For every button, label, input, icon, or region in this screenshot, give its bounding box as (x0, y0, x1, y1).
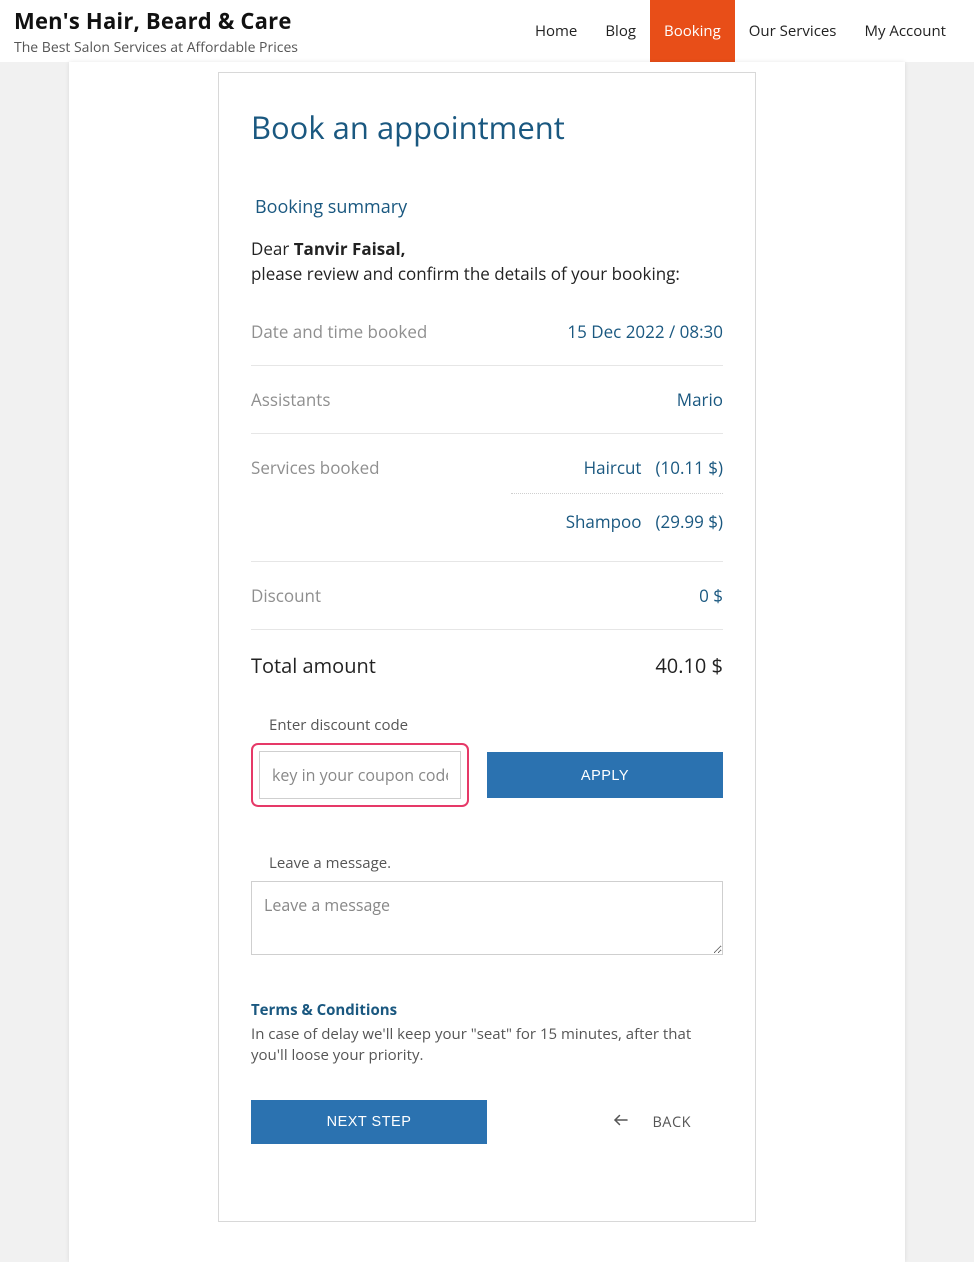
top-navbar: Men's Hair, Beard & Care The Best Salon … (0, 0, 974, 62)
terms-body: In case of delay we'll keep your "seat" … (251, 1024, 723, 1066)
nav-item-services[interactable]: Our Services (735, 1, 851, 61)
services-row: Services booked Haircut (10.11 $) Shampo… (251, 456, 723, 562)
brand-block: Men's Hair, Beard & Care The Best Salon … (14, 6, 298, 57)
main-nav: Home Blog Booking Our Services My Accoun… (521, 0, 960, 63)
services-label: Services booked (251, 456, 380, 479)
step-nav: NEXT STEP BACK (251, 1100, 723, 1144)
review-instruction: please review and confirm the details of… (251, 262, 680, 285)
nav-item-home[interactable]: Home (521, 1, 591, 61)
booking-card: Book an appointment Booking summary Dear… (218, 72, 756, 1222)
back-label: BACK (652, 1113, 691, 1132)
service-name: Haircut (584, 456, 642, 479)
nav-item-account[interactable]: My Account (850, 1, 960, 61)
terms-title: Terms & Conditions (251, 1000, 723, 1020)
date-value: 15 Dec 2022 / 08:30 (567, 320, 723, 343)
back-button[interactable]: BACK (612, 1111, 723, 1134)
total-label: Total amount (251, 652, 376, 679)
total-row: Total amount 40.10 $ (251, 652, 723, 679)
next-step-button[interactable]: NEXT STEP (251, 1100, 487, 1144)
arrow-left-icon (612, 1111, 630, 1134)
date-label: Date and time booked (251, 320, 427, 343)
page-title: Book an appointment (251, 107, 723, 149)
page-container: Book an appointment Booking summary Dear… (69, 62, 905, 1262)
dear-prefix: Dear (251, 237, 294, 260)
site-title: Men's Hair, Beard & Care (14, 6, 298, 36)
service-name: Shampoo (566, 510, 642, 533)
date-row: Date and time booked 15 Dec 2022 / 08:30 (251, 320, 723, 366)
service-separator (511, 493, 723, 494)
total-value: 40.10 $ (655, 652, 723, 679)
discount-value: 0 $ (699, 584, 723, 607)
coupon-highlight-box (251, 743, 469, 807)
apply-button[interactable]: APPLY (487, 752, 723, 798)
coupon-label: Enter discount code (269, 715, 723, 735)
assistants-row: Assistants Mario (251, 388, 723, 434)
nav-item-booking[interactable]: Booking (650, 0, 735, 63)
message-textarea[interactable] (251, 881, 723, 955)
service-price: (29.99 $) (655, 510, 723, 533)
nav-item-blog[interactable]: Blog (591, 1, 650, 61)
service-price: (10.11 $) (655, 456, 723, 479)
greeting-block: Dear Tanvir Faisal, please review and co… (251, 237, 723, 286)
assistants-value: Mario (677, 388, 723, 411)
service-line: Haircut (10.11 $) (584, 456, 723, 483)
assistants-label: Assistants (251, 388, 330, 411)
customer-name: Tanvir Faisal, (294, 237, 406, 260)
message-label: Leave a message. (269, 853, 723, 873)
service-line: Shampoo (29.99 $) (251, 500, 723, 537)
coupon-zone: APPLY (251, 743, 723, 807)
booking-summary-heading: Booking summary (251, 195, 723, 219)
discount-label: Discount (251, 584, 321, 607)
coupon-input[interactable] (259, 751, 461, 799)
site-subtitle: The Best Salon Services at Affordable Pr… (14, 38, 298, 57)
discount-row: Discount 0 $ (251, 584, 723, 630)
